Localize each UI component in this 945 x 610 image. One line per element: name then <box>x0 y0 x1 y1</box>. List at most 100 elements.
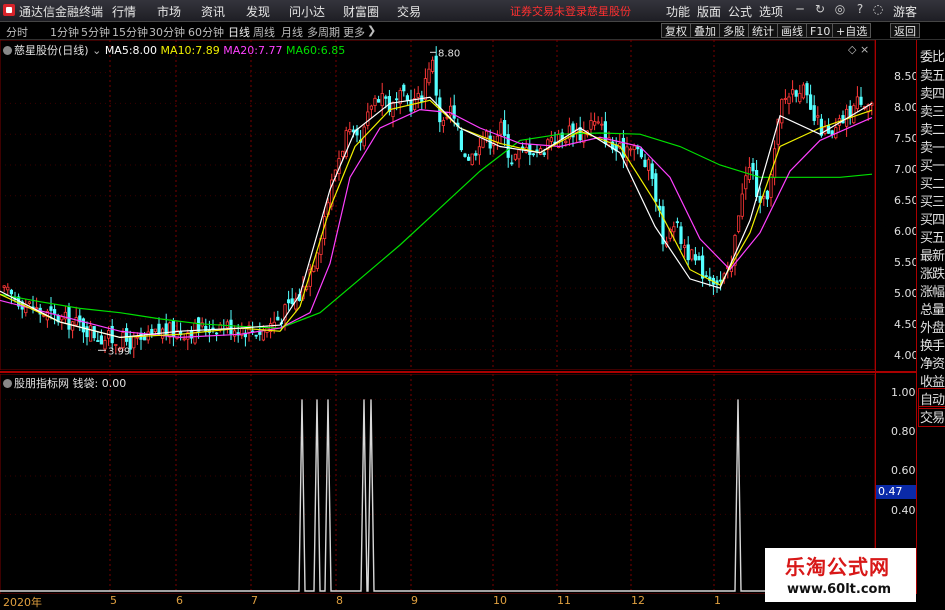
sidebar-item-turnover[interactable]: 换手 <box>920 335 945 354</box>
sidebar-item-ask1[interactable]: 卖一 <box>920 137 945 156</box>
ma20-line <box>0 108 873 339</box>
candle-down <box>510 162 514 165</box>
candle-up <box>737 215 741 232</box>
indicator-name: 股朋指标网 <box>14 377 69 390</box>
sidebar-item-bid3[interactable]: 买三 <box>920 191 945 210</box>
adjust-button[interactable]: 复权 <box>661 23 691 38</box>
candle-down <box>49 306 53 311</box>
candle-down <box>704 275 708 278</box>
indicator-chart[interactable] <box>0 374 875 594</box>
trade-button[interactable]: 交易 <box>918 406 945 427</box>
ma10-label: MA10: <box>160 44 196 57</box>
more-chevron-icon[interactable]: ❯ <box>367 24 376 37</box>
candle-down <box>214 332 219 335</box>
candle-up <box>340 150 345 158</box>
menu-discover[interactable]: 发现 <box>246 3 270 20</box>
sidebar-item-outer[interactable]: 外盘 <box>920 317 945 336</box>
candle-up <box>600 123 604 126</box>
menu-market[interactable]: 市场 <box>157 3 181 20</box>
sidebar-item-volume[interactable]: 总量 <box>920 299 945 318</box>
period-tick[interactable]: 分时 <box>6 24 28 40</box>
period-15min[interactable]: 15分钟 <box>112 24 148 40</box>
indicator-menu-icon[interactable] <box>3 379 12 388</box>
sidebar-item-bid4[interactable]: 买四 <box>920 209 945 228</box>
sidebar-item-ask4[interactable]: 卖四 <box>920 83 945 102</box>
menu-functions[interactable]: 功能 <box>666 3 690 20</box>
chart-info-line: 慈星股份(日线) ⌄ MA5:8.00 MA10:7.89 MA20:7.77 … <box>3 42 345 58</box>
candle-up <box>513 153 518 160</box>
guest-login[interactable]: 游客 <box>893 3 917 20</box>
candle-up <box>647 159 651 171</box>
sidebar-item-change[interactable]: 涨跌 <box>920 263 945 282</box>
sidebar-item-net-assets[interactable]: 净资 <box>920 353 945 372</box>
candle-up <box>373 97 377 106</box>
sidebar-item-bid1[interactable]: 买一 <box>920 155 945 174</box>
refresh-icon[interactable]: ↻ <box>812 2 828 16</box>
user-icon[interactable]: ◎ <box>832 2 848 16</box>
period-daily[interactable]: 日线 <box>228 24 250 40</box>
candle-down <box>719 279 723 282</box>
multi-stock-button[interactable]: 多股 <box>719 23 749 38</box>
date-label: 6 <box>176 594 183 607</box>
add-watchlist-button[interactable]: +自选 <box>832 23 872 38</box>
help-icon[interactable]: ? <box>852 2 868 16</box>
candle-up <box>27 301 32 304</box>
settings-icon[interactable]: ◌ <box>870 2 886 16</box>
menu-news[interactable]: 资讯 <box>201 3 225 20</box>
candle-up <box>801 84 806 99</box>
menu-options[interactable]: 选项 <box>759 3 783 20</box>
sidebar-item-bid5[interactable]: 买五 <box>920 227 945 246</box>
candle-down <box>125 328 129 342</box>
candle-down <box>150 328 154 334</box>
sidebar-item-commission-ratio[interactable]: 委比 <box>920 46 945 65</box>
candle-up <box>690 249 694 260</box>
menu-formula[interactable]: 公式 <box>728 3 752 20</box>
candle-down <box>701 255 705 279</box>
candle-up <box>153 328 157 333</box>
f10-button[interactable]: F10 <box>806 23 835 38</box>
menu-wealth[interactable]: 财富圈 <box>343 3 379 20</box>
candle-down <box>290 298 294 305</box>
period-30min[interactable]: 30分钟 <box>149 24 185 40</box>
candle-down <box>229 319 233 335</box>
ma60-line <box>0 132 873 329</box>
candle-down <box>654 173 658 202</box>
candle-up <box>416 92 420 98</box>
period-more[interactable]: 更多 <box>343 24 365 40</box>
price-tick: 5.00 <box>894 287 919 300</box>
period-monthly[interactable]: 月线 <box>281 24 303 40</box>
draw-line-button[interactable]: 画线 <box>777 23 807 38</box>
candle-up <box>783 98 788 100</box>
menu-ask[interactable]: 问小达 <box>289 3 325 20</box>
back-button[interactable]: 返回 <box>890 23 920 38</box>
kline-chart[interactable]: 8.80 3.99 ◇ × <box>0 40 875 370</box>
menu-trade[interactable]: 交易 <box>397 3 421 20</box>
candle-up <box>596 121 600 124</box>
sidebar-item-change-pct[interactable]: 涨幅 <box>920 281 945 300</box>
period-weekly[interactable]: 周线 <box>253 24 275 40</box>
chart-menu-icon[interactable] <box>3 46 12 55</box>
period-1min[interactable]: 1分钟 <box>50 24 79 40</box>
pane-separator[interactable] <box>0 371 916 373</box>
candle-up <box>315 252 320 269</box>
overlay-button[interactable]: 叠加 <box>690 23 720 38</box>
period-5min[interactable]: 5分钟 <box>81 24 110 40</box>
chart-collapse-icon[interactable]: ⌄ <box>92 44 101 57</box>
statistics-button[interactable]: 统计 <box>748 23 778 38</box>
sidebar-item-ask3[interactable]: 卖三 <box>920 101 945 120</box>
minimize-icon[interactable]: ─ <box>792 2 808 16</box>
candle-up <box>369 105 374 110</box>
sidebar-item-last[interactable]: 最新 <box>920 245 945 264</box>
candle-down <box>809 94 813 110</box>
menu-layout[interactable]: 版面 <box>697 3 721 20</box>
date-label: 5 <box>110 594 117 607</box>
sidebar-item-bid2[interactable]: 买二 <box>920 173 945 192</box>
login-warning[interactable]: 证券交易未登录 <box>510 3 587 19</box>
period-60min[interactable]: 60分钟 <box>188 24 224 40</box>
period-multi[interactable]: 多周期 <box>307 24 340 40</box>
ma60-value: 6.85 <box>320 44 346 57</box>
sidebar-item-ask5[interactable]: 卖五 <box>920 65 945 84</box>
candle-down <box>99 335 103 345</box>
sidebar-item-ask2[interactable]: 卖二 <box>920 119 945 138</box>
menu-market-quotes[interactable]: 行情 <box>112 3 136 20</box>
